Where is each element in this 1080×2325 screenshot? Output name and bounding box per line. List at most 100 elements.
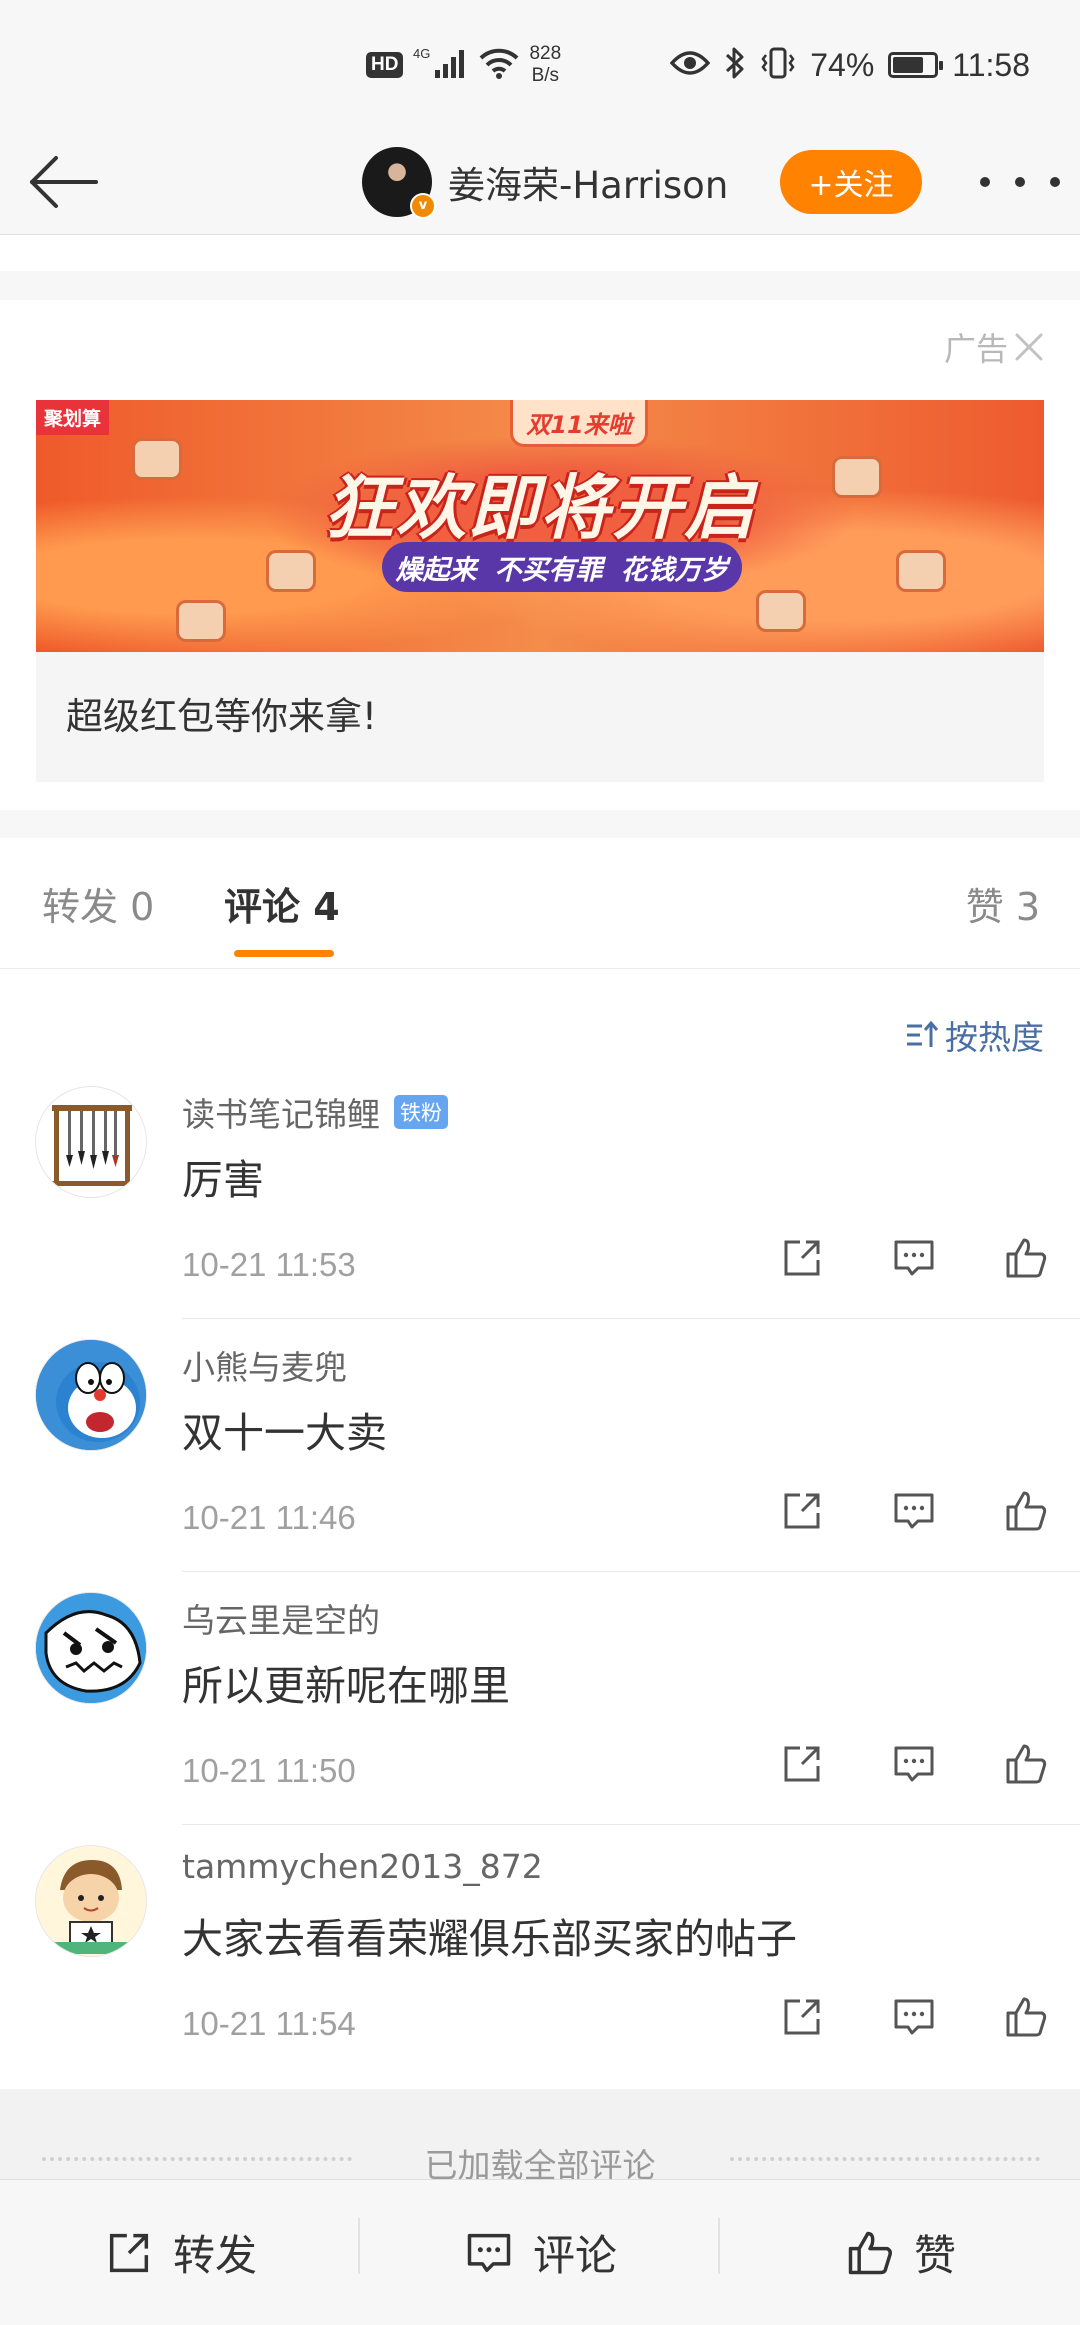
ad-banner-image[interactable]: 聚划算 双11来啦 狂欢即将开启 燥起来 不买有罪 花钱万岁 <box>36 400 1044 652</box>
fan-badge: 铁粉 <box>394 1095 448 1129</box>
comment-author[interactable]: tammychen2013_872 <box>182 1847 543 1886</box>
bluetooth-icon <box>724 46 746 84</box>
share-icon <box>109 2233 149 2272</box>
comment-button[interactable]: 评论 <box>360 2180 720 2325</box>
cartoon-monster-image <box>36 1593 146 1703</box>
interaction-tabs: 转发 0 评论 4 赞 3 <box>0 838 1080 969</box>
sort-label: 按热度 <box>945 1018 1044 1057</box>
brush-rack-image <box>48 1105 136 1186</box>
author-profile[interactable]: v 姜海荣-Harrison <box>362 138 728 226</box>
like-icon[interactable] <box>1002 1740 1050 1788</box>
comment-actions <box>778 1487 1050 1535</box>
share-icon[interactable] <box>778 1487 826 1535</box>
ad-brand-tag: 聚划算 <box>36 400 110 435</box>
vibrate-icon <box>760 47 796 83</box>
comment-text: 厉害 <box>182 1156 264 1204</box>
back-button[interactable] <box>28 150 100 214</box>
comment-actions <box>778 1234 1050 1282</box>
repost-label: 转发 <box>172 2231 257 2280</box>
tab-like[interactable]: 赞 3 <box>966 876 1040 931</box>
like-icon <box>848 2231 892 2274</box>
follow-button[interactable]: +关注 <box>780 150 922 214</box>
more-dot <box>1015 177 1025 187</box>
more-options-button[interactable] <box>980 170 1060 194</box>
clock: 11:58 <box>952 46 1030 83</box>
comment-time: 10-21 11:54 <box>182 2005 356 2042</box>
comment-item: tammychen2013_872 大家去看看荣耀俱乐部买家的帖子 10-21 … <box>0 1825 1080 2078</box>
eye-icon <box>669 49 711 81</box>
tab-comment[interactable]: 评论 4 <box>224 876 340 931</box>
ad-slogan-part: 不买有罪 <box>494 554 603 586</box>
repost-button[interactable]: 转发 <box>0 2180 360 2325</box>
close-icon <box>1015 333 1043 361</box>
reply-icon[interactable] <box>890 1487 938 1535</box>
comment-time: 10-21 11:50 <box>182 1752 356 1789</box>
ad-decoration <box>266 550 316 592</box>
comment-item: 读书笔记锦鲤 铁粉 厉害 10-21 11:53 <box>0 1066 1080 1319</box>
comment-author-name: 小熊与麦兜 <box>182 1348 347 1387</box>
speed-unit: B/s <box>531 65 560 86</box>
comment-author-name: tammychen2013_872 <box>182 1847 543 1886</box>
avatar[interactable] <box>35 1339 147 1451</box>
comment-icon <box>467 2233 511 2272</box>
ad-headline: 狂欢即将开启 <box>324 467 756 549</box>
reply-icon[interactable] <box>890 1234 938 1282</box>
ad-slogan: 燥起来 不买有罪 花钱万岁 <box>382 542 742 592</box>
ad-card[interactable]: 广告 聚划算 双11来啦 狂欢即将开启 燥起来 不买有罪 花钱万岁 超级红包等你… <box>0 300 1080 810</box>
comment-author[interactable]: 乌云里是空的 <box>182 1594 380 1642</box>
avatar[interactable] <box>35 1592 147 1704</box>
comment-time: 10-21 11:53 <box>182 1246 356 1283</box>
share-icon[interactable] <box>778 1993 826 2041</box>
author-name[interactable]: 姜海荣-Harrison <box>448 155 728 209</box>
share-icon[interactable] <box>778 1740 826 1788</box>
post-body-end <box>0 234 1080 271</box>
like-icon[interactable] <box>1002 1234 1050 1282</box>
hd-indicator: HD <box>366 52 404 78</box>
like-label: 赞 <box>913 2231 956 2280</box>
ad-decoration <box>176 600 226 642</box>
signal-icon: 4G <box>413 46 469 84</box>
battery-icon <box>888 52 944 78</box>
comment-text: 双十一大卖 <box>182 1409 387 1457</box>
comment-author[interactable]: 小熊与麦兜 <box>182 1341 347 1389</box>
bottom-action-bar: 转发 评论 赞 <box>0 2179 1080 2325</box>
like-button[interactable]: 赞 <box>720 2180 1080 2325</box>
comment-time: 10-21 11:46 <box>182 1499 356 1536</box>
comment-item: 乌云里是空的 所以更新呢在哪里 10-21 11:50 <box>0 1572 1080 1825</box>
speed-value: 828 <box>529 43 562 64</box>
avatar[interactable] <box>35 1845 147 1957</box>
like-icon[interactable] <box>1002 1487 1050 1535</box>
avatar[interactable]: v <box>362 147 436 219</box>
cartoon-boy-image <box>36 1846 146 1956</box>
comment-actions <box>778 1740 1050 1788</box>
comment-author-name: 乌云里是空的 <box>182 1601 380 1640</box>
more-dot <box>1050 177 1060 187</box>
tab-indicator <box>234 950 334 957</box>
sort-icon <box>907 1020 939 1047</box>
ad-label: 广告 <box>943 330 1008 368</box>
ad-decoration <box>756 590 806 632</box>
reply-icon[interactable] <box>890 1740 938 1788</box>
comment-author[interactable]: 读书笔记锦鲤 铁粉 <box>182 1088 448 1136</box>
ad-top-badge: 双11来啦 <box>510 400 648 447</box>
more-dot <box>980 177 990 187</box>
comment-text: 所以更新呢在哪里 <box>182 1662 510 1710</box>
comment-actions <box>778 1993 1050 2041</box>
like-icon[interactable] <box>1002 1993 1050 2041</box>
avatar[interactable] <box>35 1086 147 1198</box>
sort-button[interactable]: 按热度 <box>905 1011 1044 1059</box>
ad-caption[interactable]: 超级红包等你来拿! <box>36 652 1044 782</box>
reply-icon[interactable] <box>890 1993 938 2041</box>
dotted-divider <box>730 2157 1040 2165</box>
cartoon-cat-image <box>36 1340 146 1450</box>
network-speed: 828 B/s <box>529 43 561 87</box>
verified-icon: v <box>410 193 436 219</box>
all-comments-loaded: 已加载全部评论 <box>0 2089 1080 2185</box>
comment-item: 小熊与麦兜 双十一大卖 10-21 11:46 <box>0 1319 1080 1572</box>
share-icon[interactable] <box>778 1234 826 1282</box>
nav-bar: v 姜海荣-Harrison +关注 <box>0 130 1080 234</box>
battery-percent: 74% <box>810 46 875 83</box>
tab-repost[interactable]: 转发 0 <box>42 876 154 931</box>
ad-close-button[interactable]: 广告 <box>944 324 1044 370</box>
network-type: 4G <box>413 46 430 61</box>
